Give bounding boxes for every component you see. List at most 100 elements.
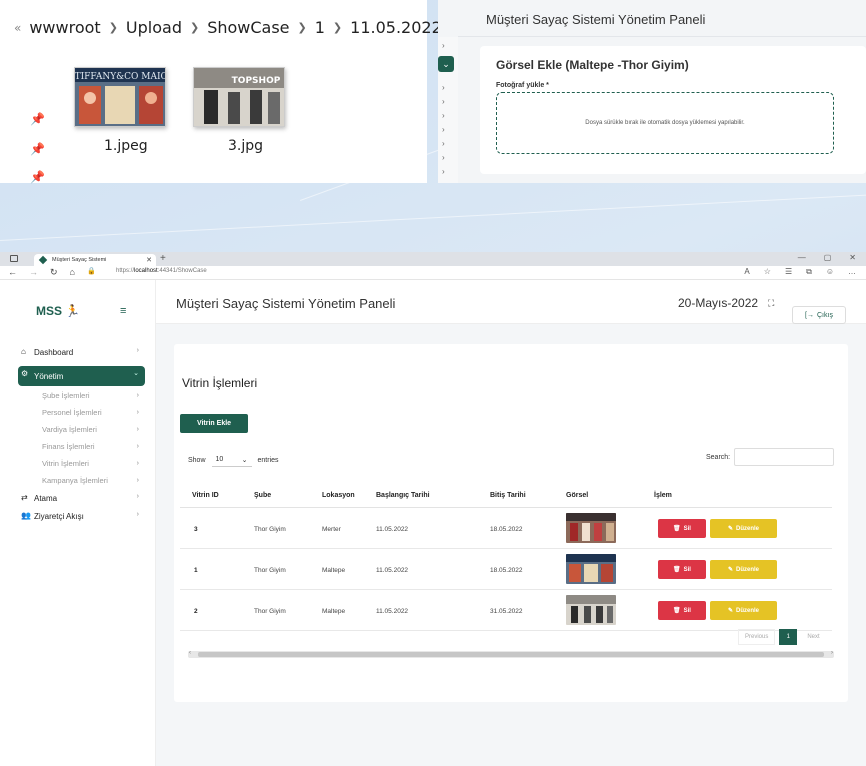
delete-button[interactable]: 🗑 Sil — [658, 519, 706, 538]
breadcrumb-item[interactable]: 11.05.2022 — [350, 18, 442, 37]
add-showcase-button[interactable]: Vitrin Ekle — [180, 414, 248, 433]
chevron-right-icon: › — [136, 442, 139, 450]
edit-label: Düzenle — [736, 607, 760, 614]
sidebar-subitem-kampanya[interactable]: Kampanya İşlemleri › — [42, 473, 145, 487]
tab-actions-icon[interactable] — [10, 255, 18, 262]
chevron-right-icon[interactable]: › — [442, 111, 445, 120]
pin-icon[interactable]: 📌 — [30, 142, 45, 156]
column-header[interactable]: Vitrin ID — [192, 492, 219, 499]
column-header[interactable]: Lokasyon — [322, 492, 355, 499]
edit-button[interactable]: ✎ Düzenle — [710, 560, 777, 579]
sidebar-item-dashboard[interactable]: ⌂ Dashboard › — [18, 344, 145, 361]
chevron-down-icon[interactable]: ⌄ — [438, 56, 454, 72]
chevron-right-icon[interactable]: › — [442, 83, 445, 92]
upload-card: Görsel Ekle (Maltepe -Thor Giyim) Fotoğr… — [480, 46, 866, 174]
entries-value: 10 — [215, 456, 224, 463]
sidebar-subitem-sube[interactable]: Şube İşlemleri › — [42, 388, 145, 402]
file-thumbnail-3[interactable]: TOPSHOP — [193, 67, 285, 127]
users-icon: 👥 — [21, 511, 31, 520]
cell-start-date: 11.05.2022 — [376, 526, 409, 533]
sidebar-subitem-vitrin[interactable]: Vitrin İşlemleri › — [42, 456, 145, 470]
sidebar-subitem-label: Vitrin İşlemleri — [42, 458, 89, 468]
menu-toggle-icon[interactable]: ≡ — [120, 305, 126, 317]
card-content-layer: Vitrin İşlemleri Vitrin Ekle Show 10 ⌄ e… — [156, 252, 866, 766]
chevron-right-icon[interactable]: › — [442, 41, 445, 50]
chevron-right-icon: › — [136, 347, 139, 354]
breadcrumb-overflow-icon[interactable]: « — [14, 21, 21, 35]
cell-start-date: 11.05.2022 — [376, 567, 409, 574]
trash-icon: 🗑 — [673, 608, 681, 614]
browser-tab[interactable]: Müşteri Sayaç Sistemi ✕ — [34, 254, 156, 266]
forward-icon[interactable]: → — [29, 267, 38, 278]
horizontal-scrollbar[interactable]: ‹ › — [188, 650, 834, 658]
showcase-thumbnail[interactable] — [566, 513, 616, 543]
entries-select[interactable]: 10 ⌄ — [211, 453, 252, 467]
breadcrumb: « wwwroot ❯ Upload ❯ ShowCase ❯ 1 ❯ 11.0… — [14, 18, 442, 37]
sidebar-subitem-label: Finans İşlemleri — [42, 441, 95, 451]
page-button[interactable]: 1 — [779, 629, 798, 645]
brand-logo[interactable]: MSS 🏃 — [36, 304, 80, 318]
file-name[interactable]: 3.jpg — [228, 138, 263, 154]
pin-icon[interactable]: 📌 — [30, 112, 45, 126]
next-page-button[interactable]: Next — [801, 630, 825, 644]
trash-icon: 🗑 — [673, 567, 681, 573]
showcase-thumbnail[interactable] — [566, 554, 616, 584]
delete-label: Sil — [683, 566, 691, 573]
pin-icon[interactable]: 📌 — [30, 170, 45, 184]
close-icon[interactable]: ✕ — [146, 256, 152, 264]
column-header[interactable]: Görsel — [566, 492, 588, 499]
cell-sube: Thor Giyim — [254, 608, 286, 615]
scroll-left-icon[interactable]: ‹ — [189, 650, 191, 656]
file-thumbnail-1[interactable]: TIFFANY&CO MAIC — [74, 67, 166, 127]
sidebar-item-atama[interactable]: ⇄ Atama › — [18, 490, 145, 507]
chevron-right-icon[interactable]: › — [442, 153, 445, 162]
sidebar: MSS 🏃 ≡ ⌂ Dashboard › ⚙ Yönetim ⌄ Şube İ… — [0, 280, 156, 766]
chevron-right-icon[interactable]: › — [442, 139, 445, 148]
showcase-thumbnail[interactable] — [566, 595, 616, 625]
upload-panel: Müşteri Sayaç Sistemi Yönetim Paneli › ›… — [438, 0, 866, 183]
scrollbar-thumb[interactable] — [198, 652, 824, 657]
sidebar-subitem-vardiya[interactable]: Vardiya İşlemleri › — [42, 422, 145, 436]
delete-button[interactable]: 🗑 Sil — [658, 560, 706, 579]
sidebar-subitem-finans[interactable]: Finans İşlemleri › — [42, 439, 145, 453]
refresh-icon[interactable]: ↻ — [50, 267, 58, 278]
field-label: Fotoğraf yükle * — [496, 82, 549, 89]
brand-text: MSS — [36, 304, 63, 318]
file-name[interactable]: 1.jpeg — [104, 138, 148, 154]
chevron-right-icon: › — [136, 408, 139, 416]
sidebar-subitem-personel[interactable]: Personel İşlemleri › — [42, 405, 145, 419]
chevron-right-icon[interactable]: › — [442, 125, 445, 134]
breadcrumb-item[interactable]: Upload — [126, 18, 182, 37]
pencil-icon: ✎ — [727, 608, 733, 614]
back-icon[interactable]: ← — [8, 267, 17, 278]
breadcrumb-item[interactable]: 1 — [315, 18, 325, 37]
file-dropzone[interactable]: Dosya sürükle bırak ile otomatik dosya y… — [496, 92, 834, 154]
sidebar-item-ziyaretci[interactable]: 👥 Ziyaretçi Akışı › — [18, 508, 145, 525]
edit-button[interactable]: ✎ Düzenle — [710, 601, 777, 620]
chevron-right-icon[interactable]: › — [442, 167, 445, 176]
column-header[interactable]: Başlangıç Tarihi — [376, 492, 430, 499]
column-header[interactable]: İşlem — [654, 492, 672, 499]
cell-end-date: 31.05.2022 — [490, 608, 523, 615]
chevron-right-icon: › — [136, 391, 139, 399]
scroll-right-icon[interactable]: › — [831, 650, 833, 656]
lock-icon[interactable]: 🔒 — [87, 267, 96, 278]
sidebar-item-label: Dashboard — [34, 348, 74, 357]
edit-label: Düzenle — [736, 566, 760, 573]
search-input[interactable] — [734, 448, 835, 466]
column-header[interactable]: Bitiş Tarihi — [490, 492, 526, 499]
column-header[interactable]: Şube — [254, 492, 271, 499]
cell-lokasyon: Maltepe — [322, 567, 346, 574]
table-header: Vitrin ID Şube Lokasyon Başlangıç Tarihi… — [180, 484, 832, 508]
breadcrumb-item[interactable]: ShowCase — [207, 18, 289, 37]
delete-button[interactable]: 🗑 Sil — [658, 601, 706, 620]
sidebar-item-yonetim[interactable]: ⚙ Yönetim ⌄ — [18, 366, 145, 386]
delete-label: Sil — [683, 607, 691, 614]
chevron-right-icon[interactable]: › — [442, 97, 445, 106]
sign-text: TIFFANY&CO MAIC — [75, 72, 166, 82]
edit-button[interactable]: ✎ Düzenle — [710, 519, 777, 538]
breadcrumb-item[interactable]: wwwroot — [29, 18, 100, 37]
home-icon[interactable]: ⌂ — [70, 267, 75, 278]
previous-page-button[interactable]: Previous — [738, 629, 776, 645]
chevron-right-icon: ❯ — [108, 21, 118, 34]
